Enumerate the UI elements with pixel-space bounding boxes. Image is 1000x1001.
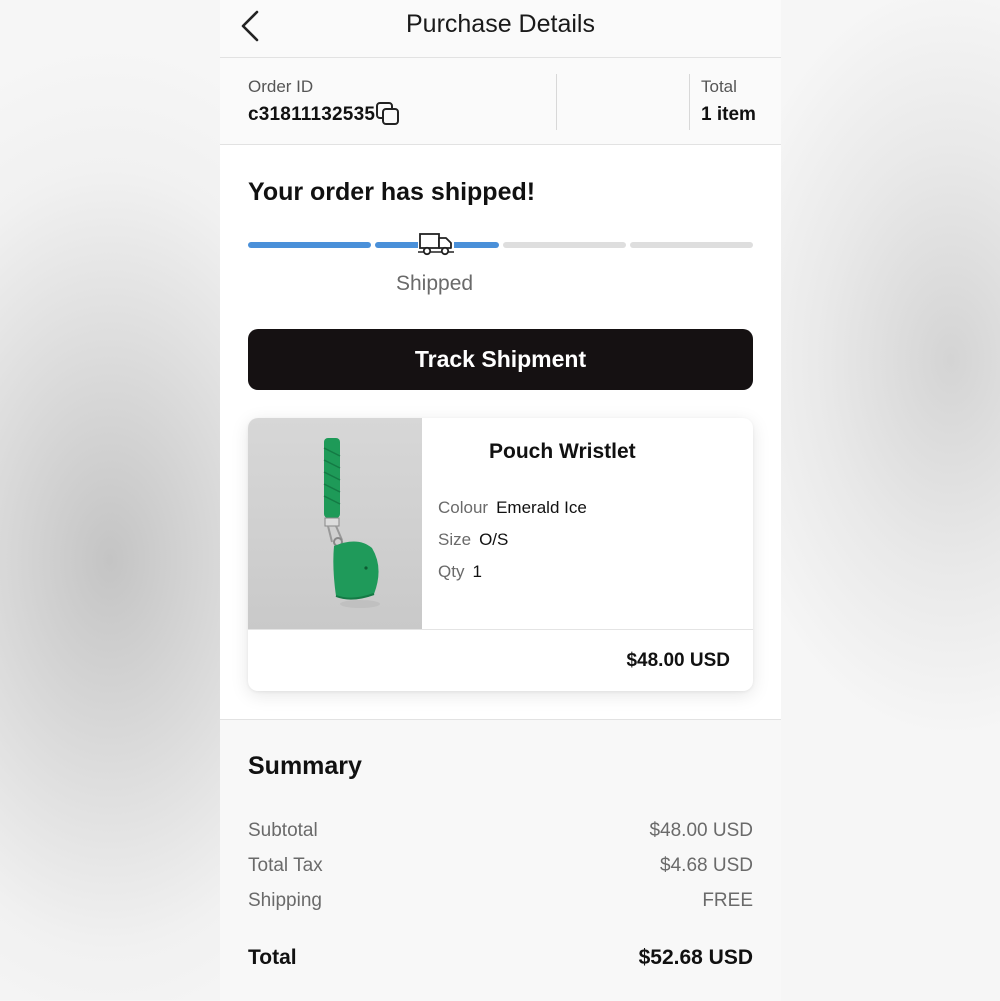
product-image[interactable] bbox=[248, 418, 422, 629]
total-items-value: 1 item bbox=[701, 104, 756, 125]
attribute-value: Emerald Ice bbox=[496, 498, 587, 517]
attribute-value: O/S bbox=[479, 530, 509, 549]
summary-row-shipping: Shipping FREE bbox=[248, 890, 753, 912]
background-right bbox=[781, 0, 1000, 1000]
summary-total-value: $52.68 USD bbox=[638, 946, 753, 969]
product-name[interactable]: Pouch Wristlet bbox=[489, 440, 636, 464]
attribute-key: Colour bbox=[438, 498, 489, 517]
summary-value: $4.68 USD bbox=[660, 855, 753, 876]
copy-order-id-button[interactable] bbox=[374, 100, 402, 128]
summary-label: Total Tax bbox=[248, 855, 323, 876]
product-attribute-qty: Qty 1 bbox=[438, 562, 482, 582]
summary-total-row: Total $52.68 USD bbox=[248, 946, 753, 970]
attribute-key: Qty bbox=[438, 562, 465, 581]
order-id-label: Order ID bbox=[248, 77, 314, 96]
progress-step-pending bbox=[502, 242, 626, 248]
summary-label: Shipping bbox=[248, 890, 322, 911]
product-attribute-size: Size O/S bbox=[438, 530, 508, 550]
summary-value: FREE bbox=[702, 890, 753, 911]
top-bar: Purchase Details bbox=[220, 0, 781, 58]
order-id-value: c31811132535 bbox=[248, 104, 376, 125]
shipment-heading: Your order has shipped! bbox=[248, 178, 536, 206]
product-card: Pouch Wristlet Colour Emerald Ice Size O/S… bbox=[248, 418, 753, 691]
summary-row-subtotal: Subtotal $48.00 USD bbox=[248, 820, 753, 842]
shipment-status-label: Shipped bbox=[396, 272, 474, 295]
copy-icon bbox=[376, 102, 399, 125]
attribute-key: Size bbox=[438, 530, 472, 549]
page-title: Purchase Details bbox=[406, 10, 595, 38]
truck-icon bbox=[418, 230, 454, 258]
divider bbox=[689, 74, 690, 130]
summary-title: Summary bbox=[248, 752, 362, 780]
product-attribute-colour: Colour Emerald Ice bbox=[438, 498, 587, 518]
attribute-value: 1 bbox=[472, 562, 482, 581]
order-info-bar: Order ID c31811132535 Total 1 item bbox=[220, 58, 781, 145]
product-price: $48.00 USD bbox=[626, 650, 730, 671]
summary-total-label: Total bbox=[248, 946, 297, 969]
progress-step-pending bbox=[629, 242, 753, 248]
shipment-progress-bar bbox=[248, 242, 753, 248]
divider bbox=[248, 629, 753, 630]
phone-screen: Purchase Details Order ID c31811132535 T… bbox=[220, 0, 781, 1001]
summary-label: Subtotal bbox=[248, 820, 318, 841]
progress-step-complete bbox=[248, 242, 372, 248]
total-items-label: Total bbox=[701, 77, 737, 96]
summary-row-tax: Total Tax $4.68 USD bbox=[248, 855, 753, 877]
summary-value: $48.00 USD bbox=[649, 820, 753, 841]
track-shipment-button[interactable]: Track Shipment bbox=[248, 329, 753, 390]
divider bbox=[556, 74, 557, 130]
